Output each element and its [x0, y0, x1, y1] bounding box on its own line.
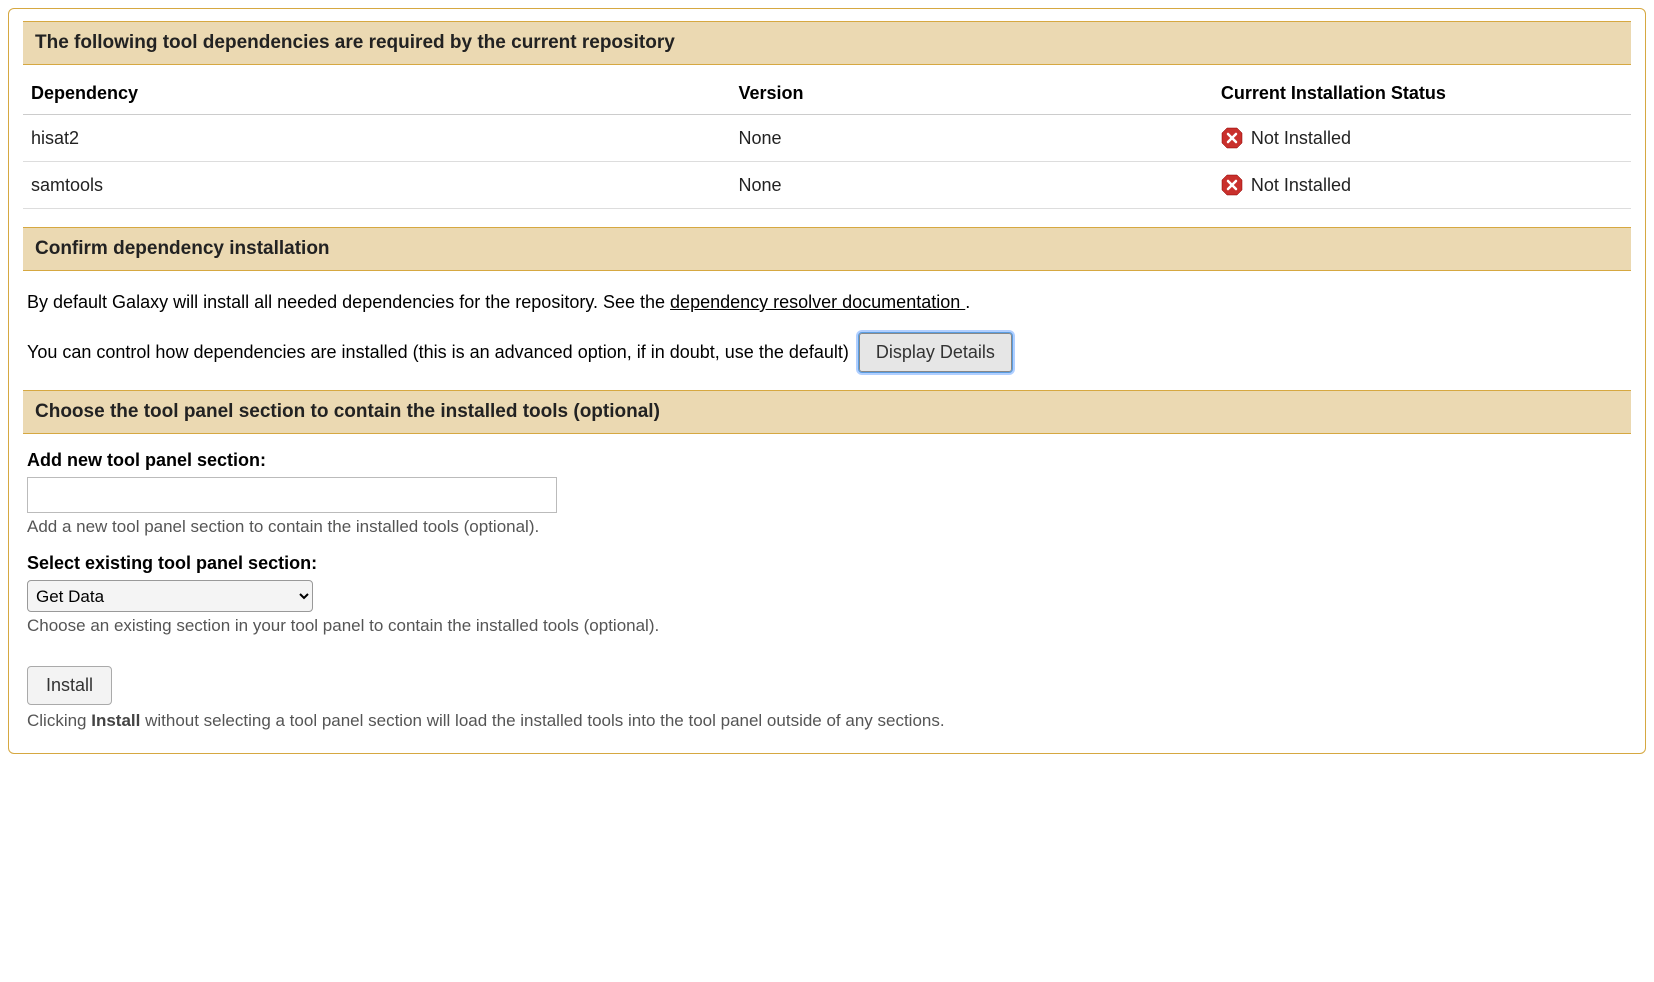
confirm-paragraph: By default Galaxy will install all neede…	[27, 289, 1627, 315]
dependencies-header: The following tool dependencies are requ…	[23, 21, 1631, 65]
dependencies-table: Dependency Version Current Installation …	[23, 73, 1631, 209]
dep-status-cell: Not Installed	[1213, 115, 1631, 162]
add-section-label: Add new tool panel section:	[27, 450, 1627, 471]
dep-version-cell: None	[731, 162, 1213, 209]
panel-section-header: Choose the tool panel section to contain…	[23, 390, 1631, 434]
col-header-status: Current Installation Status	[1213, 73, 1631, 115]
add-section-block: Add new tool panel section: Add a new to…	[27, 450, 1627, 537]
advanced-text: You can control how dependencies are ins…	[27, 342, 849, 363]
new-section-input[interactable]	[27, 477, 557, 513]
advanced-row: You can control how dependencies are ins…	[27, 333, 1627, 372]
select-section-helper: Choose an existing section in your tool …	[27, 616, 1627, 636]
table-header-row: Dependency Version Current Installation …	[23, 73, 1631, 115]
dependency-docs-link[interactable]: dependency resolver documentation	[670, 292, 965, 312]
select-section-label: Select existing tool panel section:	[27, 553, 1627, 574]
error-icon	[1221, 127, 1243, 149]
dep-version-cell: None	[731, 115, 1213, 162]
confirm-header: Confirm dependency installation	[23, 227, 1631, 271]
col-header-dependency: Dependency	[23, 73, 731, 115]
status-text: Not Installed	[1251, 175, 1351, 196]
install-note-suffix: without selecting a tool panel section w…	[140, 711, 944, 730]
col-header-version: Version	[731, 73, 1213, 115]
install-note-prefix: Clicking	[27, 711, 91, 730]
install-panel: The following tool dependencies are requ…	[8, 8, 1646, 754]
existing-section-select[interactable]: Get Data	[27, 580, 313, 612]
confirm-text-after: .	[965, 292, 970, 312]
install-button[interactable]: Install	[27, 666, 112, 705]
confirm-text-before: By default Galaxy will install all neede…	[27, 292, 670, 312]
install-note: Clicking Install without selecting a too…	[27, 711, 1627, 731]
error-icon	[1221, 174, 1243, 196]
dep-name-cell: samtools	[23, 162, 731, 209]
dep-status-cell: Not Installed	[1213, 162, 1631, 209]
table-row: samtools None Not Installed	[23, 162, 1631, 209]
table-row: hisat2 None Not Installed	[23, 115, 1631, 162]
install-note-bold: Install	[91, 711, 140, 730]
display-details-button[interactable]: Display Details	[859, 333, 1012, 372]
select-section-block: Select existing tool panel section: Get …	[27, 553, 1627, 636]
install-block: Install Clicking Install without selecti…	[27, 652, 1627, 731]
add-section-helper: Add a new tool panel section to contain …	[27, 517, 1627, 537]
status-text: Not Installed	[1251, 128, 1351, 149]
dep-name-cell: hisat2	[23, 115, 731, 162]
